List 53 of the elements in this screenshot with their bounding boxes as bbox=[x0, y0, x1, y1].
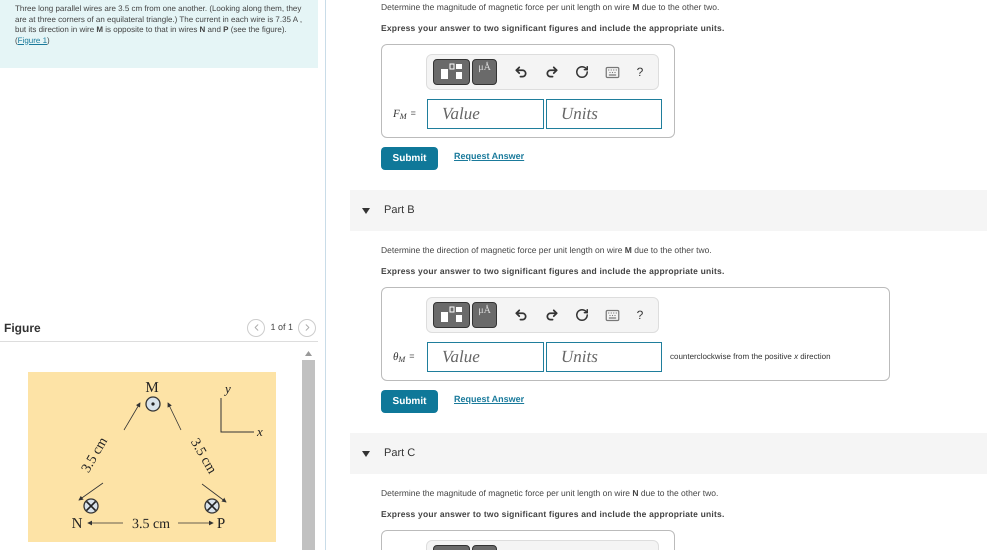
dimension-label: 3.5 cm bbox=[187, 436, 220, 476]
help-button[interactable]: ? bbox=[632, 305, 648, 325]
reset-icon bbox=[575, 65, 589, 79]
request-answer-link[interactable]: Request Answer bbox=[454, 393, 524, 407]
redo-icon bbox=[545, 308, 559, 322]
part-header[interactable]: Part C bbox=[350, 433, 987, 474]
dimension-label: 3.5 cm bbox=[132, 517, 170, 532]
submit-button[interactable]: Submit bbox=[381, 390, 438, 413]
keyboard-icon bbox=[604, 64, 620, 80]
instruction-text: Express your answer to two significant figures and include the appropriate units. bbox=[381, 508, 726, 520]
undo-icon bbox=[514, 65, 528, 79]
units-button[interactable]: μÅ bbox=[472, 59, 497, 85]
reset-icon bbox=[575, 308, 589, 322]
instruction-text: Express your answer to two significant figures and include the appropriate units. bbox=[381, 265, 726, 277]
wire-label: N bbox=[72, 516, 82, 532]
equals-sign: = bbox=[409, 350, 415, 364]
template-icon bbox=[438, 306, 464, 324]
value-field[interactable]: Value bbox=[427, 342, 544, 372]
part-header[interactable]: Part B bbox=[350, 190, 987, 231]
keyboard-icon bbox=[604, 308, 620, 322]
units-field[interactable]: Units bbox=[546, 342, 662, 372]
axes-drawing bbox=[220, 398, 254, 432]
request-answer-link[interactable]: Request Answer bbox=[454, 150, 524, 164]
axis-label: y bbox=[225, 381, 231, 396]
part-title: Part B bbox=[384, 203, 415, 218]
redo-icon bbox=[545, 65, 559, 79]
wire-label: P bbox=[216, 516, 226, 532]
value-field[interactable]: Value bbox=[427, 99, 544, 129]
question-prompt: Determine the direction of magnetic force per unit length on wire M due to the other two. bbox=[381, 244, 713, 256]
instruction-text: Express your answer to two significant figures and include the appropriate units. bbox=[381, 22, 726, 34]
direction-note: counterclockwise from the positive x direction bbox=[670, 351, 831, 363]
question-prompt: Determine the magnitude of magnetic force per unit length on wire N due to the other two. bbox=[381, 487, 720, 499]
submit-button[interactable]: Submit bbox=[381, 147, 438, 170]
figure-title: Figure bbox=[4, 320, 41, 337]
question-prompt: Determine the magnitude of magnetic force per unit length on wire M due to the other two. bbox=[381, 1, 720, 13]
scroll-up-icon bbox=[305, 351, 312, 356]
dimension-label: 3.5 cm bbox=[78, 435, 111, 476]
figure-pager: 1 of 1 bbox=[270, 320, 293, 334]
units-button[interactable]: μÅ bbox=[472, 302, 497, 328]
variable-label: θ$_{M}$ bbox=[393, 350, 406, 366]
wire-label: M bbox=[145, 380, 159, 396]
template-icon bbox=[438, 63, 464, 81]
variable-label: F$_{M}$ bbox=[393, 106, 407, 122]
template-button[interactable] bbox=[433, 302, 470, 328]
equals-sign: = bbox=[410, 107, 416, 120]
axis-label: x bbox=[257, 424, 263, 439]
units-field[interactable]: Units bbox=[546, 99, 662, 129]
undo-icon bbox=[514, 308, 528, 322]
part-title: Part C bbox=[384, 446, 416, 462]
figure-link[interactable]: Figure 1 bbox=[18, 36, 48, 44]
template-button[interactable] bbox=[433, 59, 470, 85]
help-button[interactable]: ? bbox=[632, 62, 648, 82]
problem-text: Three long parallel wires are 3.5 cm from one another. (Looking along them, they are at three corners of an equilateral triangle.) The current in each wire is 7.35 A , but its direction in wire M is opposite to that in wires N and P (see the figure).(Figure 1) bbox=[15, 4, 303, 46]
